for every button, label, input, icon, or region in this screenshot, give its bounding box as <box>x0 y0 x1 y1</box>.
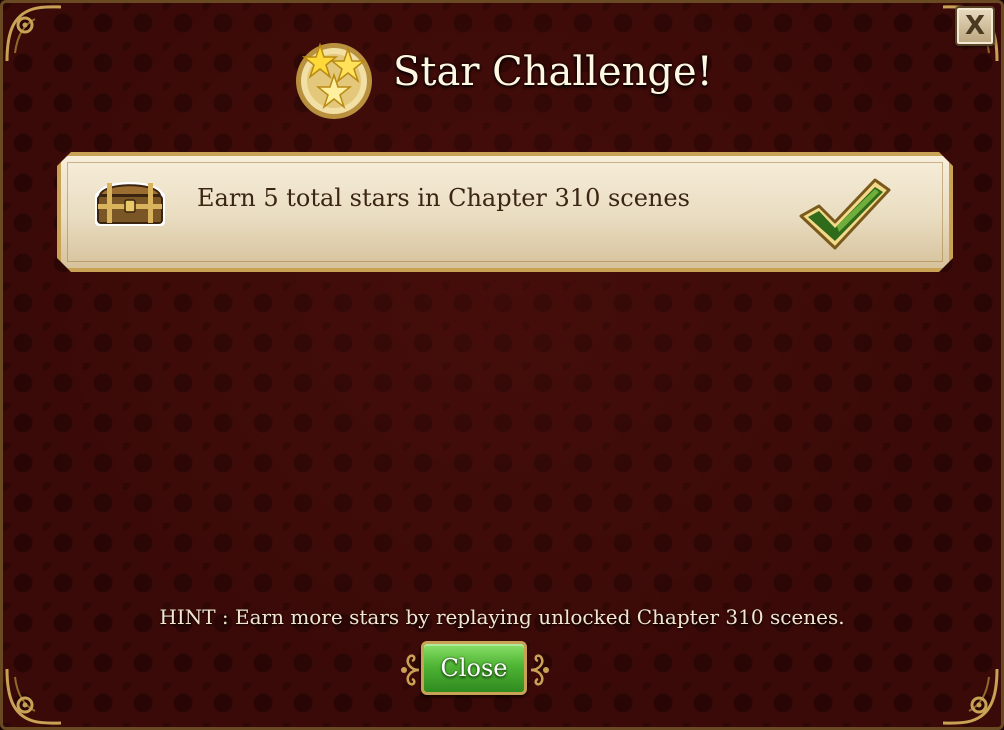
flourish-icon <box>530 654 549 686</box>
star-challenge-dialog: X Star Challenge! Earn 5 total stars in … <box>0 0 1004 730</box>
challenge-card: Earn 5 total stars in Chapter 310 scenes <box>57 152 953 272</box>
hint-text: HINT : Earn more stars by replaying unlo… <box>159 605 845 629</box>
dialog-title: Star Challenge! <box>393 49 713 95</box>
close-button-group: Close <box>399 639 551 699</box>
flourish-icon <box>401 654 420 686</box>
dialog-header: Star Challenge! <box>3 31 1001 121</box>
challenge-description: Earn 5 total stars in Chapter 310 scenes <box>197 184 690 212</box>
stars-medal-icon <box>296 42 372 119</box>
close-button[interactable]: Close <box>421 641 527 695</box>
checkmark-icon <box>797 176 893 252</box>
corner-ornament-bottom-left <box>5 668 62 725</box>
treasure-chest-icon <box>91 174 169 230</box>
corner-ornament-bottom-right <box>942 668 999 725</box>
